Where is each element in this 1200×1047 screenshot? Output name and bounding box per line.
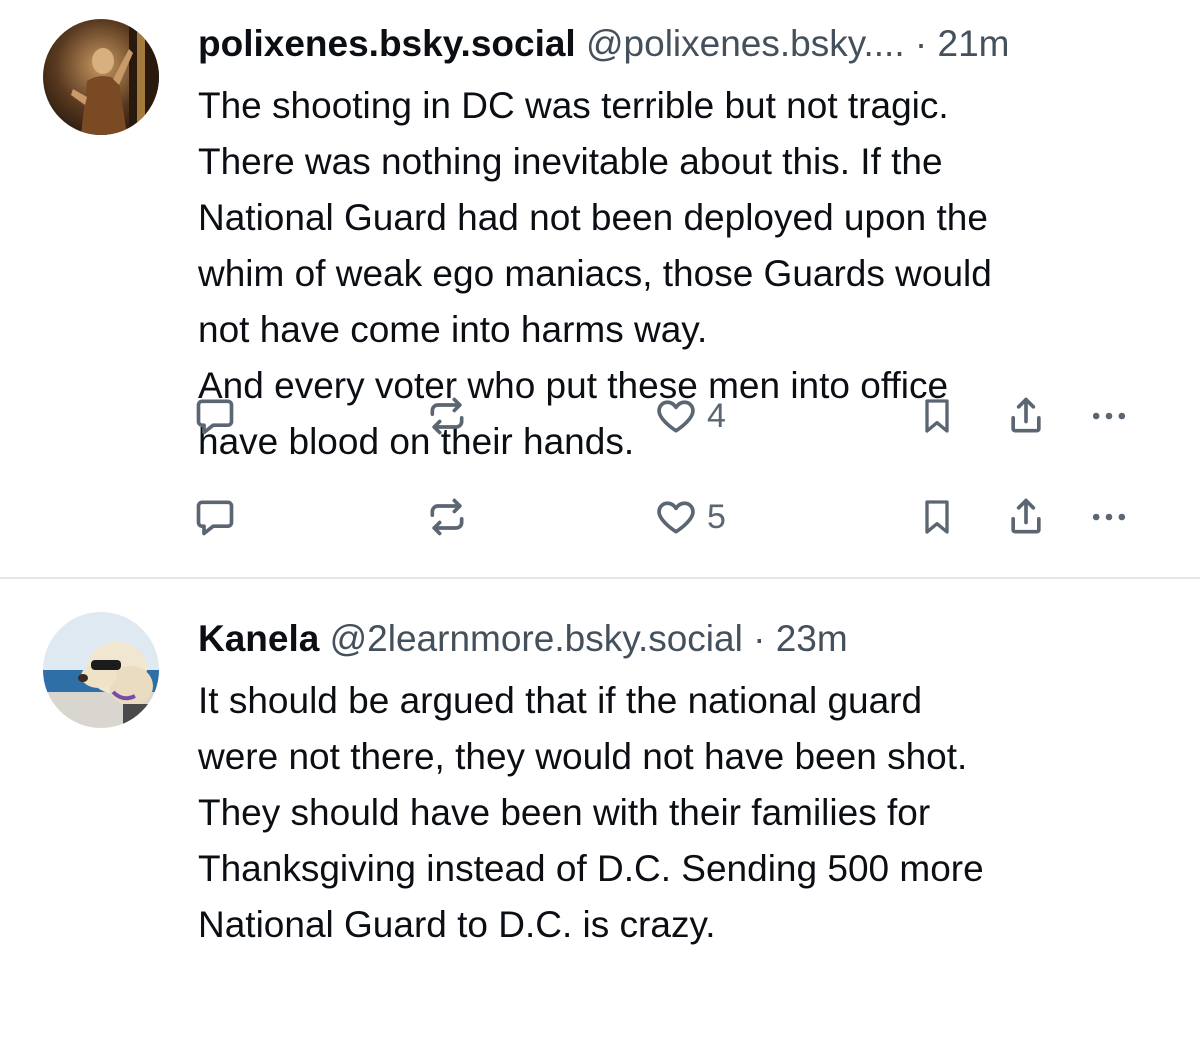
repost-button[interactable] <box>424 391 470 441</box>
painting-portrait-avatar-icon <box>43 19 159 135</box>
post-card[interactable]: Kanela @2learnmore.bsky.social · 23m It … <box>0 397 1200 1047</box>
post-text: It should be argued that if the national… <box>198 680 984 945</box>
like-count: 5 <box>707 498 726 536</box>
more-icon <box>1092 412 1126 420</box>
handle[interactable]: @polixenes.bsky.... <box>586 23 905 64</box>
like-icon <box>657 400 695 433</box>
repost-icon <box>430 498 464 536</box>
like-button[interactable]: 5 <box>653 492 726 542</box>
more-options-button[interactable] <box>1086 492 1132 542</box>
post-card[interactable]: polixenes.bsky.social @polixenes.bsky...… <box>0 0 1200 577</box>
reply-icon <box>196 399 234 435</box>
like-count: 4 <box>707 397 726 435</box>
separator-dot: · <box>753 618 766 659</box>
display-name[interactable]: Kanela <box>198 618 319 659</box>
like-icon <box>657 501 695 534</box>
avatar[interactable] <box>43 19 159 135</box>
reply-button[interactable] <box>193 492 237 542</box>
bookmark-icon <box>925 399 949 433</box>
post-actions: 5 <box>0 492 1200 542</box>
bookmark-button[interactable] <box>917 391 957 441</box>
share-icon <box>1011 498 1041 534</box>
share-button[interactable] <box>1004 391 1048 441</box>
avatar[interactable] <box>43 612 159 728</box>
repost-icon <box>430 397 464 435</box>
share-icon <box>1011 397 1041 433</box>
handle[interactable]: @2learnmore.bsky.social <box>330 618 743 659</box>
post-actions: 4 <box>0 391 1200 441</box>
timestamp[interactable]: 21m <box>938 23 1010 64</box>
share-button[interactable] <box>1004 492 1048 542</box>
separator-dot: · <box>914 23 928 64</box>
repost-button[interactable] <box>424 492 470 542</box>
bookmark-icon <box>925 500 949 534</box>
reply-icon <box>196 500 234 536</box>
timestamp[interactable]: 23m <box>776 618 848 659</box>
dog-with-sunglasses-avatar-icon <box>43 612 159 728</box>
display-name[interactable]: polixenes.bsky.social <box>198 23 576 64</box>
more-options-button[interactable] <box>1086 391 1132 441</box>
like-button[interactable]: 4 <box>653 391 726 441</box>
more-icon <box>1092 513 1126 521</box>
reply-button[interactable] <box>193 391 237 441</box>
bookmark-button[interactable] <box>917 492 957 542</box>
